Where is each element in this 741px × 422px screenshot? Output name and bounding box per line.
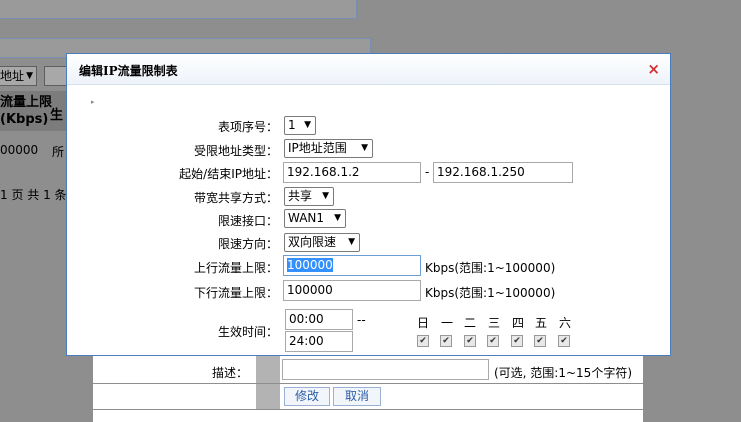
close-icon[interactable]: × xyxy=(647,60,660,78)
down-limit-label: 下行流量上限： xyxy=(193,286,278,300)
day-checkbox-mon[interactable]: ✔ xyxy=(440,335,452,347)
day-checkbox-sat[interactable]: ✔ xyxy=(558,335,570,347)
edit-dialog: 编辑IP流量限制表 × ▸ 表项序号： 1 ▼ 受限地址类型： IP地址范围 ▼ 起… xyxy=(66,53,671,356)
up-limit-hint: Kbps(范围:1~100000) xyxy=(425,261,556,275)
background-row-value-next: 所 xyxy=(52,145,65,159)
chevron-down-icon: ▼ xyxy=(348,237,355,247)
day-checkbox-fri[interactable]: ✔ xyxy=(534,335,546,347)
up-limit-label: 上行流量上限： xyxy=(193,261,278,275)
ip-start-input[interactable]: 192.168.1.2 xyxy=(283,162,421,183)
chevron-down-icon: ▼ xyxy=(26,71,33,81)
interface-label: 限速接口： xyxy=(217,214,278,228)
time-start-input[interactable]: 00:00 xyxy=(285,309,353,330)
day-label-mon: 一 xyxy=(441,316,454,330)
index-label: 表项序号： xyxy=(217,120,278,134)
share-select[interactable]: 共享 ▼ xyxy=(284,187,334,206)
time-separator: -- xyxy=(357,313,366,327)
background-pager: 1 页 共 1 条 xyxy=(0,188,67,202)
ip-range-label: 起始/结束IP地址： xyxy=(179,167,278,181)
direction-select[interactable]: 双向限速 ▼ xyxy=(284,233,360,252)
chevron-down-icon: ▼ xyxy=(304,120,311,130)
day-label-sat: 六 xyxy=(559,316,572,330)
dialog-title: 编辑IP流量限制表 xyxy=(79,64,178,78)
modify-button[interactable]: 修改 xyxy=(284,387,330,406)
day-label-thu: 四 xyxy=(512,316,525,330)
chevron-down-icon: ▼ xyxy=(361,143,368,153)
direction-label: 限速方向： xyxy=(217,237,278,251)
day-label-sun: 日 xyxy=(417,316,430,330)
day-checkbox-tue[interactable]: ✔ xyxy=(464,335,476,347)
chevron-down-icon: ▼ xyxy=(322,191,329,201)
desc-label: 描述： xyxy=(212,366,249,380)
share-label: 带宽共享方式： xyxy=(193,191,278,205)
time-end-input[interactable]: 24:00 xyxy=(285,331,353,352)
dialog-header: 编辑IP流量限制表 × xyxy=(67,54,670,85)
day-checkbox-sun[interactable]: ✔ xyxy=(417,335,429,347)
index-select[interactable]: 1 ▼ xyxy=(284,116,316,135)
addr-type-label: 受限地址类型： xyxy=(193,144,278,158)
down-limit-input[interactable]: 100000 xyxy=(283,280,421,301)
background-filter-select[interactable]: 地址 ▼ xyxy=(0,66,37,86)
day-checkbox-thu[interactable]: ✔ xyxy=(511,335,523,347)
time-label: 生效时间： xyxy=(217,325,278,339)
desc-input[interactable] xyxy=(282,359,489,380)
bottom-row xyxy=(93,410,643,422)
interface-select[interactable]: WAN1 ▼ xyxy=(284,209,346,228)
cancel-button[interactable]: 取消 xyxy=(333,387,381,406)
addr-type-select[interactable]: IP地址范围 ▼ xyxy=(284,139,373,158)
day-checkbox-wed[interactable]: ✔ xyxy=(487,335,499,347)
day-label-wed: 三 xyxy=(488,316,501,330)
day-label-fri: 五 xyxy=(535,316,548,330)
down-limit-hint: Kbps(范围:1~100000) xyxy=(425,286,556,300)
corner-mark: ▸ xyxy=(91,98,95,106)
chevron-down-icon: ▼ xyxy=(334,213,341,223)
button-row-separator xyxy=(256,384,280,409)
desc-hint: (可选, 范围:1~15个字符) xyxy=(494,366,632,380)
ip-range-dash: - xyxy=(425,165,430,179)
ip-end-input[interactable]: 192.168.1.250 xyxy=(433,162,573,183)
up-limit-input[interactable]: 100000 xyxy=(283,255,421,276)
background-panel-top xyxy=(0,0,357,19)
background-row-value: 00000 xyxy=(0,143,39,157)
desc-row-separator xyxy=(256,356,280,383)
up-limit-value: 100000 xyxy=(287,258,333,272)
day-label-tue: 二 xyxy=(464,316,477,330)
background-header-next: 生 xyxy=(50,108,64,123)
